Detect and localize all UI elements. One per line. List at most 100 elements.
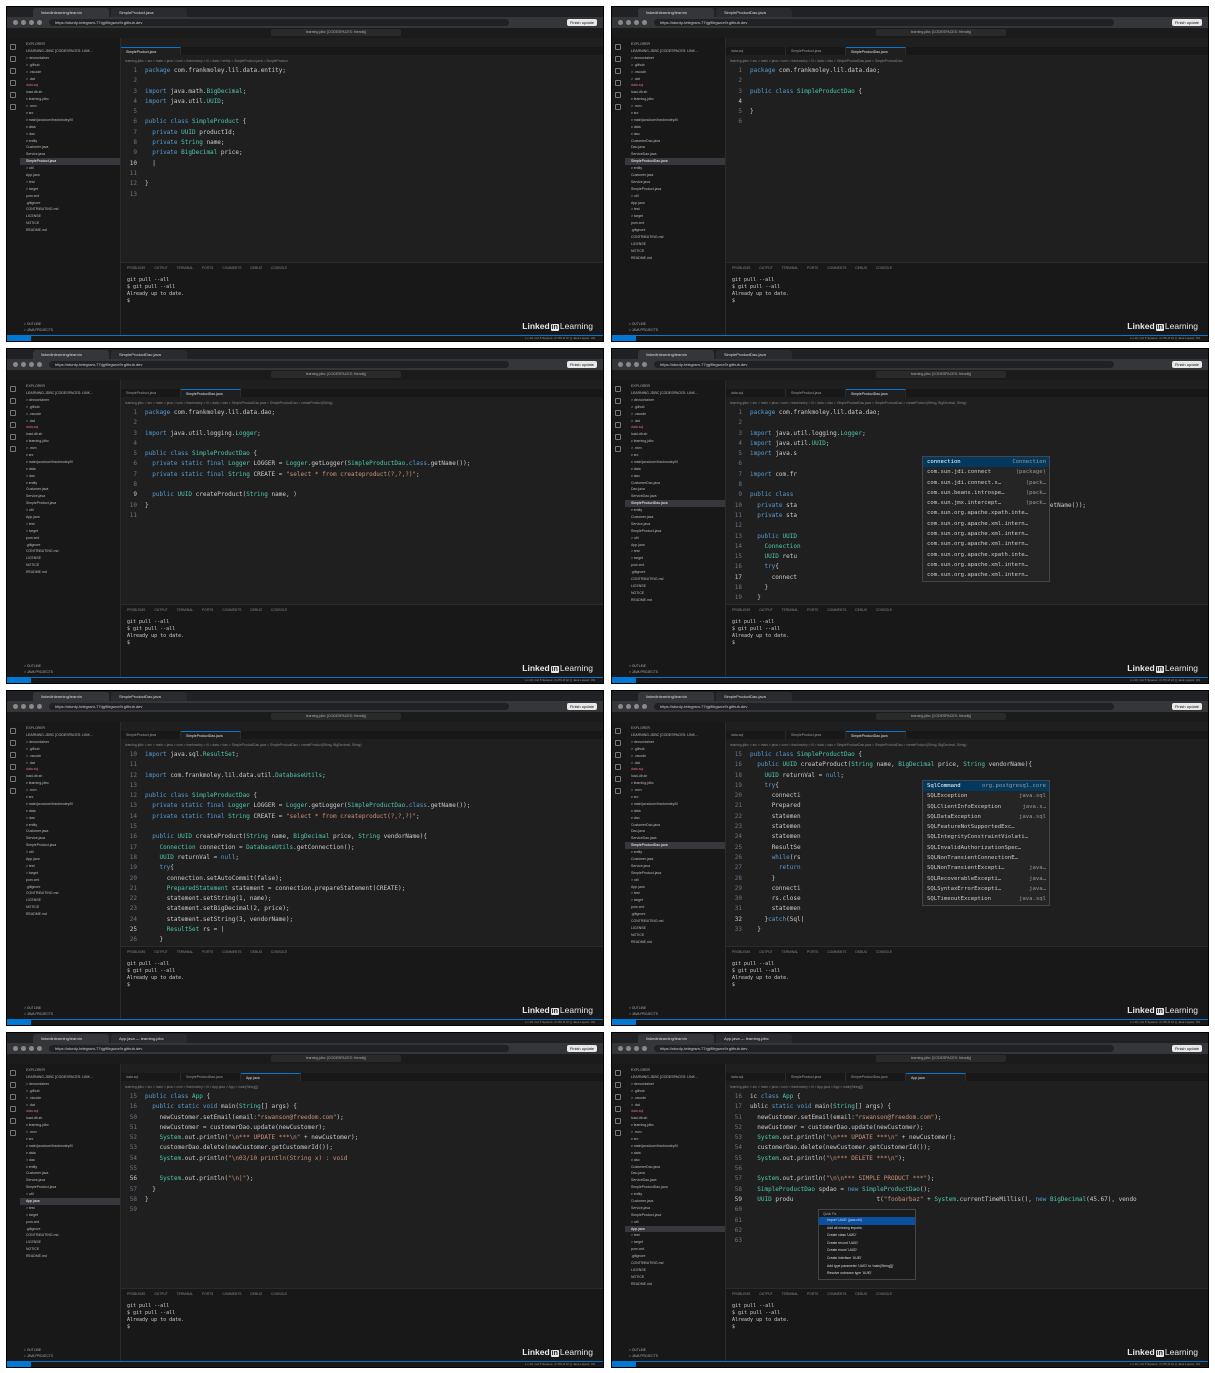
suggestion-item[interactable]: SQLException java.sql (923, 791, 1049, 801)
file-tree-item[interactable]: Customer.java (20, 486, 120, 493)
file-tree-item[interactable]: v entity (20, 822, 120, 829)
code-line[interactable]: 1 package com.frankmoley.lil.data.entity; (121, 66, 603, 76)
file-tree-item[interactable]: CONTRIBUTING.md (20, 206, 120, 213)
code-line[interactable]: 15 public class App { (121, 1092, 603, 1102)
file-tree-item[interactable]: > target (625, 555, 725, 562)
code-line[interactable]: 32 }catch(Sql| (726, 915, 1208, 925)
code-line[interactable]: 54 System.out.println("\n03/10 println(S… (121, 1154, 603, 1164)
activity-icon[interactable] (615, 1082, 621, 1088)
file-tree-item[interactable]: v main/java/com/frankmoley/lil (625, 801, 725, 808)
code-line[interactable]: 4 (726, 97, 1208, 107)
editor-tab[interactable]: data.sql (726, 389, 786, 397)
code-line[interactable]: 4 (121, 439, 603, 449)
file-tree-item[interactable]: > .mvn (625, 787, 725, 794)
remote-indicator[interactable] (7, 678, 31, 683)
file-tree-item[interactable]: > dao (20, 815, 120, 822)
file-tree-item[interactable]: v data (625, 1150, 725, 1157)
file-tree-item[interactable]: load-db.sh (20, 89, 120, 96)
code-line[interactable]: 3 import java.util.logging.Logger; (726, 429, 1208, 439)
code-line[interactable]: 31 statemen (726, 904, 1208, 914)
code-line[interactable]: 18 UUID returnVal = null; (121, 853, 603, 863)
nav-button-icon[interactable] (21, 1046, 26, 1051)
outline-label[interactable]: > JAVA PROJECTS (24, 327, 53, 333)
outline-section[interactable]: > OUTLINE > JAVA PROJECTS (24, 321, 53, 333)
code-line[interactable]: 11 (121, 511, 603, 521)
file-tree-item[interactable]: App.java (625, 1225, 725, 1233)
nav-button-icon[interactable] (634, 362, 639, 367)
editor-tab[interactable]: App.java (906, 1073, 966, 1081)
code-line[interactable]: 58 SimpleProductDao spdao = new SimplePr… (726, 1185, 1208, 1195)
code-line[interactable]: 10 | (121, 159, 603, 169)
nav-button-icon[interactable] (37, 1046, 42, 1051)
file-tree-item[interactable]: > .github (20, 62, 120, 69)
file-tree-item[interactable]: CustomerDao.java (625, 1164, 725, 1171)
code-line[interactable]: 55 System.out.println("\n*** DELETE ***\… (726, 1154, 1208, 1164)
code-line[interactable]: 8 private String name; (121, 138, 603, 148)
nav-button-icon[interactable] (626, 20, 631, 25)
file-tree-item[interactable]: v learning-jdbc (625, 1122, 725, 1129)
remote-indicator[interactable] (7, 1020, 31, 1025)
activity-icon[interactable] (10, 104, 16, 110)
file-tree-item[interactable]: v entity (20, 1164, 120, 1171)
panel-tabs[interactable]: PROBLEMS OUTPUT TERMINAL PORTS COMMENTS … (732, 608, 892, 612)
activity-icon[interactable] (10, 44, 16, 50)
file-tree-item[interactable]: Dao.java (625, 828, 725, 835)
file-tree-item[interactable]: v main/java/com/frankmoley/lil (625, 117, 725, 124)
code-line[interactable]: 56 (726, 1164, 1208, 1174)
nav-button-icon[interactable] (634, 704, 639, 709)
code-line[interactable]: 2 (726, 76, 1208, 86)
code-line[interactable]: 21 PreparedStatement statement = connect… (121, 884, 603, 894)
code-line[interactable]: 52 newCustomer = customerDao.update(newC… (726, 1123, 1208, 1133)
file-tree-item[interactable]: data.sql (625, 82, 725, 89)
browser-tab-active[interactable]: SimpleProductDao.java (111, 350, 187, 359)
file-tree-item[interactable]: > .vscode (625, 753, 725, 760)
file-tree-item[interactable]: NOTICE (625, 1274, 725, 1281)
file-tree-item[interactable]: Dao.java (625, 486, 725, 493)
quick-fix-item[interactable]: Resolve unknown type 'UUID' (819, 1270, 915, 1278)
file-tree-item[interactable]: README.md (20, 569, 120, 576)
file-tree-item[interactable]: v src (625, 794, 725, 801)
file-tree-item[interactable]: Customer.java (625, 172, 725, 179)
file-tree-item[interactable]: README.md (625, 255, 725, 262)
file-tree-item[interactable]: load-db.sh (625, 431, 725, 438)
file-tree-item[interactable]: ServiceDao.java (625, 1177, 725, 1184)
quick-fix-item[interactable]: Add type parameter 'UUID' to 'main(Strin… (819, 1263, 915, 1271)
activity-icon[interactable] (615, 446, 621, 452)
code-line[interactable]: 1 package com.frankmoley.lil.data.dao; (726, 408, 1208, 418)
file-tree-item[interactable]: LICENSE (20, 213, 120, 220)
editor-tab[interactable]: data.sql (726, 731, 786, 739)
suggestion-item[interactable]: connection Connection (923, 457, 1049, 468)
file-tree-item[interactable]: > .github (625, 62, 725, 69)
suggestion-item[interactable]: com.sun.org.apache.xml.intern… (923, 519, 1049, 529)
suggestion-item[interactable]: SQLClientInfoException java.s… (923, 802, 1049, 812)
nav-button-icon[interactable] (21, 704, 26, 709)
activity-icon[interactable] (10, 398, 16, 404)
file-tree-item[interactable]: > .dat (20, 418, 120, 425)
file-tree-item[interactable]: v learning-jdbc (625, 780, 725, 787)
file-tree-item[interactable]: > target (625, 1239, 725, 1246)
address-field[interactable]: https://sturdy-telegram-77rjg9llrgwcx9r.… (49, 361, 509, 368)
code-line[interactable]: 4 import java.util.UUID; (726, 439, 1208, 449)
file-tree-item[interactable]: > .vscode (20, 411, 120, 418)
file-tree-item[interactable]: data.sql (20, 766, 120, 773)
quick-fix-item[interactable]: Create record 'UUID' (819, 1240, 915, 1248)
editor-tab[interactable]: SimpleProductDao.java (181, 731, 241, 739)
file-tree-item[interactable]: > .vscode (625, 69, 725, 76)
terminal-output[interactable]: git pull --all $ git pull --all Already … (127, 619, 184, 647)
finish-update-button[interactable]: Finish update (1172, 361, 1202, 368)
command-center[interactable]: learning-jdbc [CODESPACES: friendly] (271, 1055, 401, 1062)
editor-tab[interactable]: data.sql (726, 1073, 786, 1081)
file-tree-item[interactable]: > test (625, 1232, 725, 1239)
finish-update-button[interactable]: Finish update (1172, 1045, 1202, 1052)
file-tree-item[interactable]: LEARNING-JDBC [CODESPACES: LINK… (20, 390, 120, 397)
activity-icon[interactable] (10, 80, 16, 86)
editor-tab[interactable]: App.java (241, 1073, 301, 1081)
editor-tab[interactable]: SimpleProduct.java (786, 1073, 846, 1081)
file-tree-item[interactable]: v dao (625, 131, 725, 138)
activity-icon[interactable] (615, 434, 621, 440)
remote-indicator[interactable] (612, 1020, 636, 1025)
activity-icon[interactable] (615, 410, 621, 416)
code-line[interactable]: 57 } (121, 1185, 603, 1195)
file-tree-item[interactable]: v entity (625, 507, 725, 514)
file-tree-item[interactable]: v entity (20, 138, 120, 145)
